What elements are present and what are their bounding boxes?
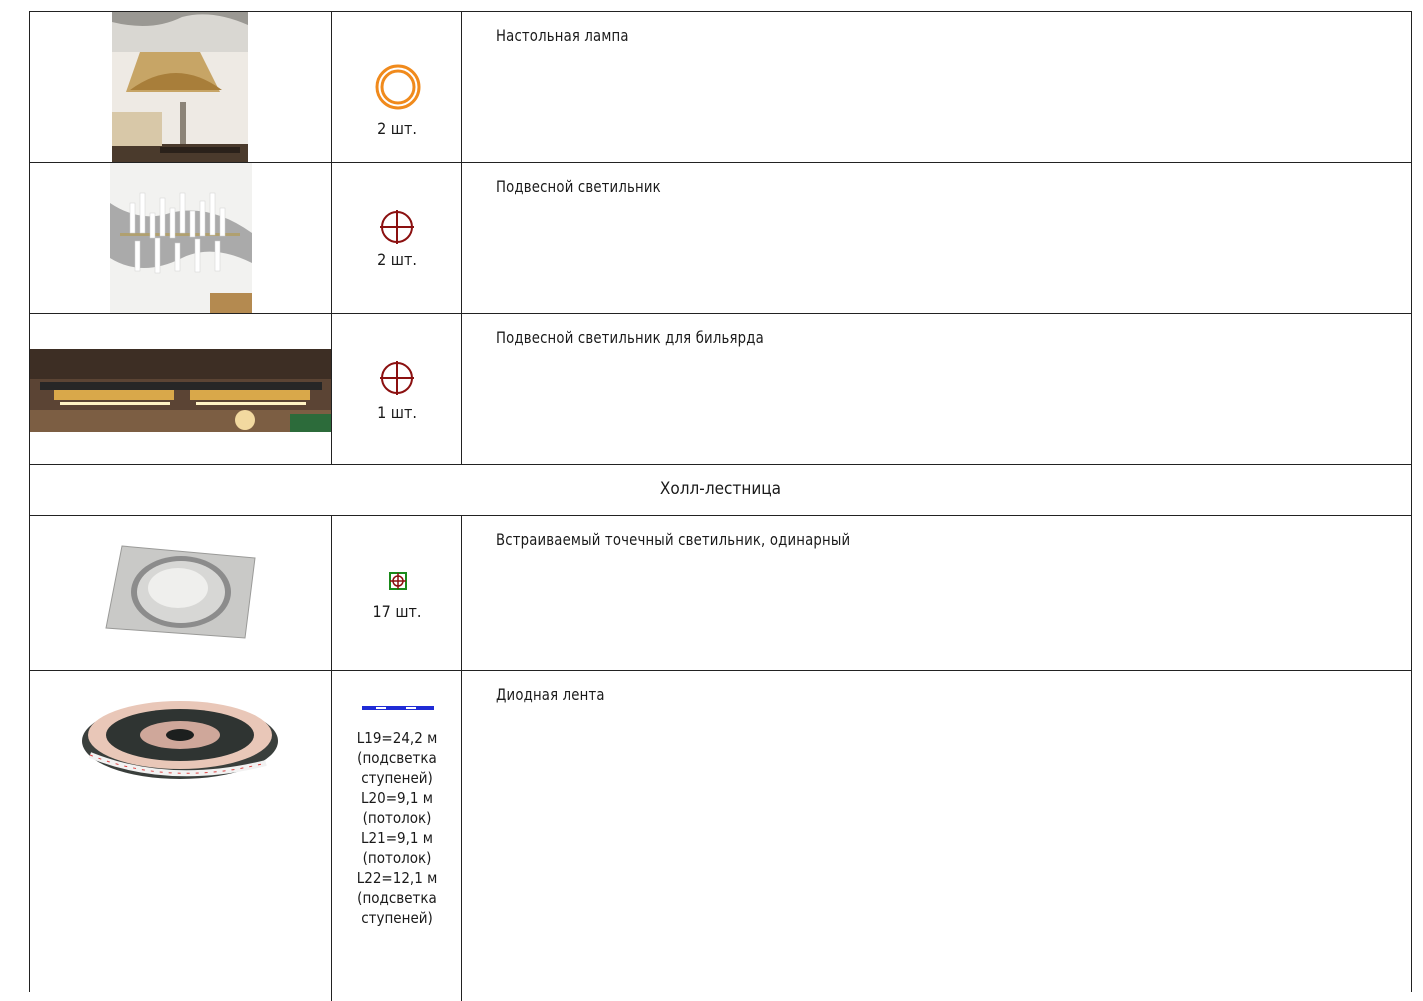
item-description: Встраиваемый точечный светильник, одинар… bbox=[496, 530, 851, 549]
description-cell: Подвесной светильник bbox=[462, 163, 1411, 313]
section-title: Холл-лестница bbox=[659, 479, 782, 499]
photo-cell bbox=[30, 671, 332, 1001]
item-description: Диодная лента bbox=[496, 685, 605, 704]
led-length-line: L21=9,1 м bbox=[361, 829, 433, 847]
billiard-light-photo bbox=[30, 349, 331, 432]
double-ring-orange-icon bbox=[374, 63, 422, 111]
symbol-cell: L19=24,2 м (подсветка ступеней) L20=9,1 … bbox=[332, 671, 462, 1001]
led-strip-photo bbox=[82, 701, 278, 779]
description-cell: Подвесной светильник для бильярда bbox=[462, 314, 1411, 464]
quantity-label: 1 шт. bbox=[377, 403, 417, 422]
quantity-label: 2 шт. bbox=[377, 119, 417, 138]
symbol-cell: 17 шт. bbox=[332, 516, 462, 670]
symbol-cell: 2 шт. bbox=[332, 163, 462, 313]
pendant-light-photo bbox=[110, 163, 252, 313]
quantity-label: 17 шт. bbox=[372, 602, 422, 621]
dashed-line-blue-icon bbox=[362, 704, 434, 712]
table-lamp-photo bbox=[112, 12, 248, 162]
led-length-line: L20=9,1 м bbox=[361, 789, 433, 807]
item-description: Подвесной светильник для бильярда bbox=[496, 328, 764, 347]
specification-table: 2 шт. Настольная лампа 2 шт. Подвесной с… bbox=[29, 11, 1412, 1001]
item-description: Настольная лампа bbox=[496, 26, 629, 45]
table-row: L19=24,2 м (подсветка ступеней) L20=9,1 … bbox=[30, 671, 1411, 1001]
led-length-line: (потолок) bbox=[362, 809, 432, 827]
photo-cell bbox=[30, 163, 332, 313]
description-cell: Диодная лента bbox=[462, 671, 1411, 1001]
symbol-cell: 2 шт. bbox=[332, 12, 462, 162]
table-row: 2 шт. Подвесной светильник bbox=[30, 163, 1411, 314]
table-row: 17 шт. Встраиваемый точечный светильник,… bbox=[30, 516, 1411, 671]
table-row: 2 шт. Настольная лампа bbox=[30, 12, 1411, 163]
crosshair-circle-red-icon bbox=[378, 359, 416, 397]
led-length-line: (потолок) bbox=[362, 849, 432, 867]
description-cell: Настольная лампа bbox=[462, 12, 1411, 162]
photo-cell bbox=[30, 314, 332, 464]
led-length-line: (подсветка bbox=[357, 749, 437, 767]
led-length-line: L22=12,1 м bbox=[356, 869, 438, 887]
led-length-line: ступеней) bbox=[361, 769, 433, 787]
square-crosshair-green-icon bbox=[388, 571, 408, 591]
photo-cell bbox=[30, 516, 332, 670]
led-lengths-list: L19=24,2 м (подсветка ступеней) L20=9,1 … bbox=[332, 728, 462, 928]
recessed-spotlight-photo bbox=[105, 545, 256, 639]
symbol-cell: 1 шт. bbox=[332, 314, 462, 464]
led-length-line: (подсветка bbox=[357, 889, 437, 907]
photo-cell bbox=[30, 12, 332, 162]
crosshair-circle-red-icon bbox=[378, 208, 416, 246]
led-length-line: ступеней) bbox=[361, 909, 433, 927]
quantity-label: 2 шт. bbox=[377, 250, 417, 269]
item-description: Подвесной светильник bbox=[496, 177, 661, 196]
led-length-line: L19=24,2 м bbox=[356, 729, 438, 747]
description-cell: Встраиваемый точечный светильник, одинар… bbox=[462, 516, 1411, 670]
table-row: 1 шт. Подвесной светильник для бильярда bbox=[30, 314, 1411, 465]
section-row: Холл-лестница bbox=[30, 465, 1411, 516]
